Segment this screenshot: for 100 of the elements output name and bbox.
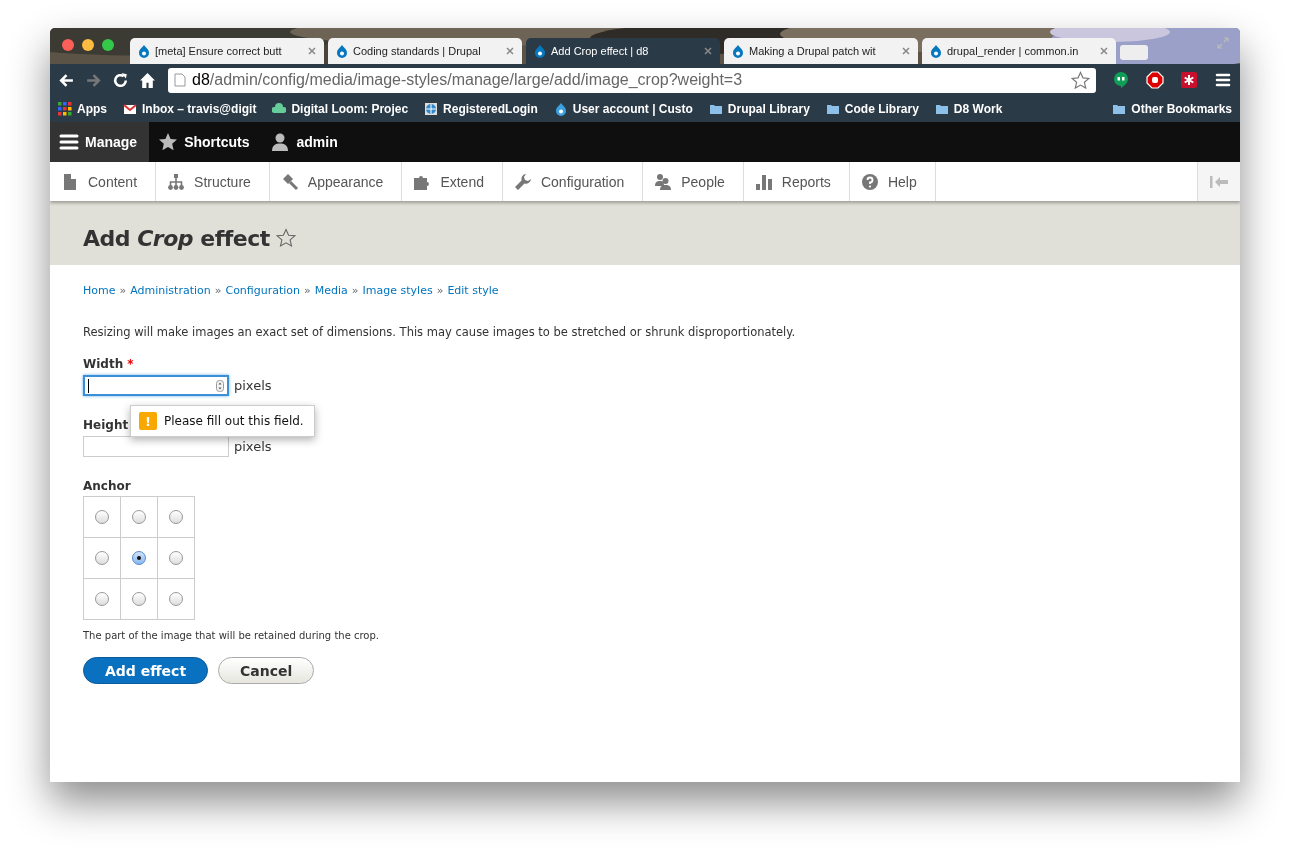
- tooltip-message: Please fill out this field.: [164, 414, 304, 428]
- tab-title: [meta] Ensure correct butt: [155, 45, 283, 57]
- tab-title: drupal_render | common.in: [947, 45, 1080, 57]
- drop-icon: [533, 44, 547, 58]
- browser-tab[interactable]: drupal_render | common.in: [922, 38, 1116, 64]
- bookmark[interactable]: User account | Custo: [553, 102, 693, 116]
- radio-button[interactable]: [169, 592, 183, 606]
- drop-icon: [553, 102, 568, 116]
- star-icon: [158, 132, 179, 152]
- folder-icon: [934, 102, 949, 116]
- help-text: The part of the image that will be retained during the crop.: [83, 630, 380, 641]
- star-icon[interactable]: [275, 228, 296, 248]
- cloud-icon: [272, 102, 287, 116]
- radio-button[interactable]: [95, 551, 109, 565]
- bookmark[interactable]: Apps: [58, 102, 107, 116]
- toolbar-tab[interactable]: admin: [261, 122, 350, 162]
- back-icon[interactable]: [58, 71, 75, 89]
- number-field[interactable]: [83, 436, 229, 457]
- radio-button[interactable]: [132, 592, 146, 606]
- close-tab-icon[interactable]: [307, 46, 317, 56]
- breadcrumb-link[interactable]: Media: [314, 284, 348, 297]
- toolbar-tab[interactable]: Manage: [50, 122, 150, 162]
- field-label: Anchor: [83, 479, 132, 493]
- radio-button[interactable]: [169, 551, 183, 565]
- browser-tab[interactable]: Coding standards | Drupal: [328, 38, 522, 64]
- drop-icon: [335, 44, 349, 58]
- hierarchy-icon: [167, 172, 186, 191]
- collapse-arrow-icon: [1209, 174, 1229, 189]
- number-field[interactable]: [83, 375, 229, 396]
- browser-tab[interactable]: Making a Drupal patch wit: [724, 38, 918, 64]
- browser-tab[interactable]: Add Crop effect | d8: [526, 38, 720, 64]
- drop-icon: [731, 44, 745, 58]
- bookmark[interactable]: Digital Loom: Projec: [272, 102, 409, 116]
- radio-button[interactable]: [132, 551, 146, 565]
- breadcrumb-separator: »: [436, 284, 444, 297]
- close-tab-icon[interactable]: [505, 46, 515, 56]
- close-tab-icon[interactable]: [1099, 46, 1109, 56]
- radio-button[interactable]: [95, 510, 109, 524]
- grid-icon: [58, 102, 72, 116]
- bookmark[interactable]: Code Library: [825, 102, 919, 116]
- breadcrumb-link[interactable]: Configuration: [225, 284, 301, 297]
- drop-icon: [929, 44, 943, 58]
- bookmark[interactable]: Inbox – travis@digit: [123, 102, 257, 116]
- tab-title: Add Crop effect | d8: [551, 45, 650, 57]
- bookmark[interactable]: Drupal Library: [708, 102, 810, 116]
- menu-icon: [59, 132, 79, 152]
- menu-icon[interactable]: [1214, 71, 1232, 89]
- envelope-icon: [123, 102, 137, 116]
- breadcrumb-separator: »: [304, 284, 311, 297]
- help-icon: [860, 172, 879, 191]
- toolbar-tab[interactable]: Shortcuts: [149, 122, 262, 162]
- bookmark[interactable]: Other Bookmarks: [1112, 102, 1232, 116]
- address-bar[interactable]: d8/admin/config/media/image-styles/manage/large/add/image_crop?weight=3: [168, 67, 1096, 93]
- browser-tab[interactable]: [meta] Ensure correct butt: [130, 38, 324, 64]
- field-label: Height: [83, 418, 129, 432]
- add-effect-button[interactable]: Add effect: [83, 657, 209, 684]
- description-text: Resizing will make images an exact set of dimensions. This may cause images to be stretched or shrunk disproportionately.: [83, 325, 797, 339]
- wrench-icon: [513, 172, 532, 191]
- folder-icon: [708, 102, 723, 116]
- people-icon: [654, 172, 673, 191]
- collapse-button[interactable]: [1197, 162, 1240, 201]
- breadcrumb-separator: »: [351, 284, 359, 297]
- breadcrumb-link[interactable]: Administration: [130, 284, 211, 297]
- url-text: d8/admin/config/media/image-styles/manage/large/add/image_crop?weight=3: [192, 71, 744, 89]
- bookmark[interactable]: RegisteredLogin: [424, 102, 538, 116]
- chat-bubble-icon[interactable]: [1112, 71, 1130, 89]
- star-icon[interactable]: [1071, 70, 1090, 90]
- radio-button[interactable]: [169, 510, 183, 524]
- page-icon: [61, 172, 79, 191]
- reload-icon[interactable]: [112, 71, 129, 89]
- close-tab-icon[interactable]: [901, 46, 911, 56]
- bookmark[interactable]: D8 Work: [934, 102, 1003, 116]
- breadcrumb-separator: »: [119, 284, 127, 297]
- folder-icon: [1112, 102, 1127, 116]
- unit-label: pixels: [234, 378, 272, 393]
- drop-icon: [137, 44, 151, 58]
- page-title: Add Crop effect: [83, 225, 270, 251]
- stop-hand-icon[interactable]: [1146, 71, 1164, 89]
- tab-title: Coding standards | Drupal: [353, 45, 482, 57]
- home-icon[interactable]: [139, 71, 156, 89]
- user-icon: [270, 132, 291, 152]
- field-label: Width: [83, 357, 124, 371]
- page-icon: [174, 73, 186, 87]
- asterisk-icon[interactable]: [1180, 71, 1198, 89]
- breadcrumb-link[interactable]: Home: [83, 284, 116, 297]
- close-tab-icon[interactable]: [703, 46, 713, 56]
- spinner-icon: [216, 379, 224, 392]
- radio-button[interactable]: [132, 510, 146, 524]
- required-mark: *: [127, 357, 134, 371]
- breadcrumb-link[interactable]: Edit style: [447, 284, 499, 297]
- forward-icon[interactable]: [85, 71, 102, 89]
- radio-button[interactable]: [95, 592, 109, 606]
- warning-icon: !: [139, 412, 157, 430]
- breadcrumb-link[interactable]: Image styles: [362, 284, 433, 297]
- bar-chart-icon: [754, 172, 773, 191]
- unit-label: pixels: [234, 439, 272, 454]
- globe-icon: [424, 102, 439, 116]
- cancel-button[interactable]: Cancel: [218, 657, 315, 684]
- tab-title: Making a Drupal patch wit: [749, 45, 877, 57]
- folder-icon: [825, 102, 840, 116]
